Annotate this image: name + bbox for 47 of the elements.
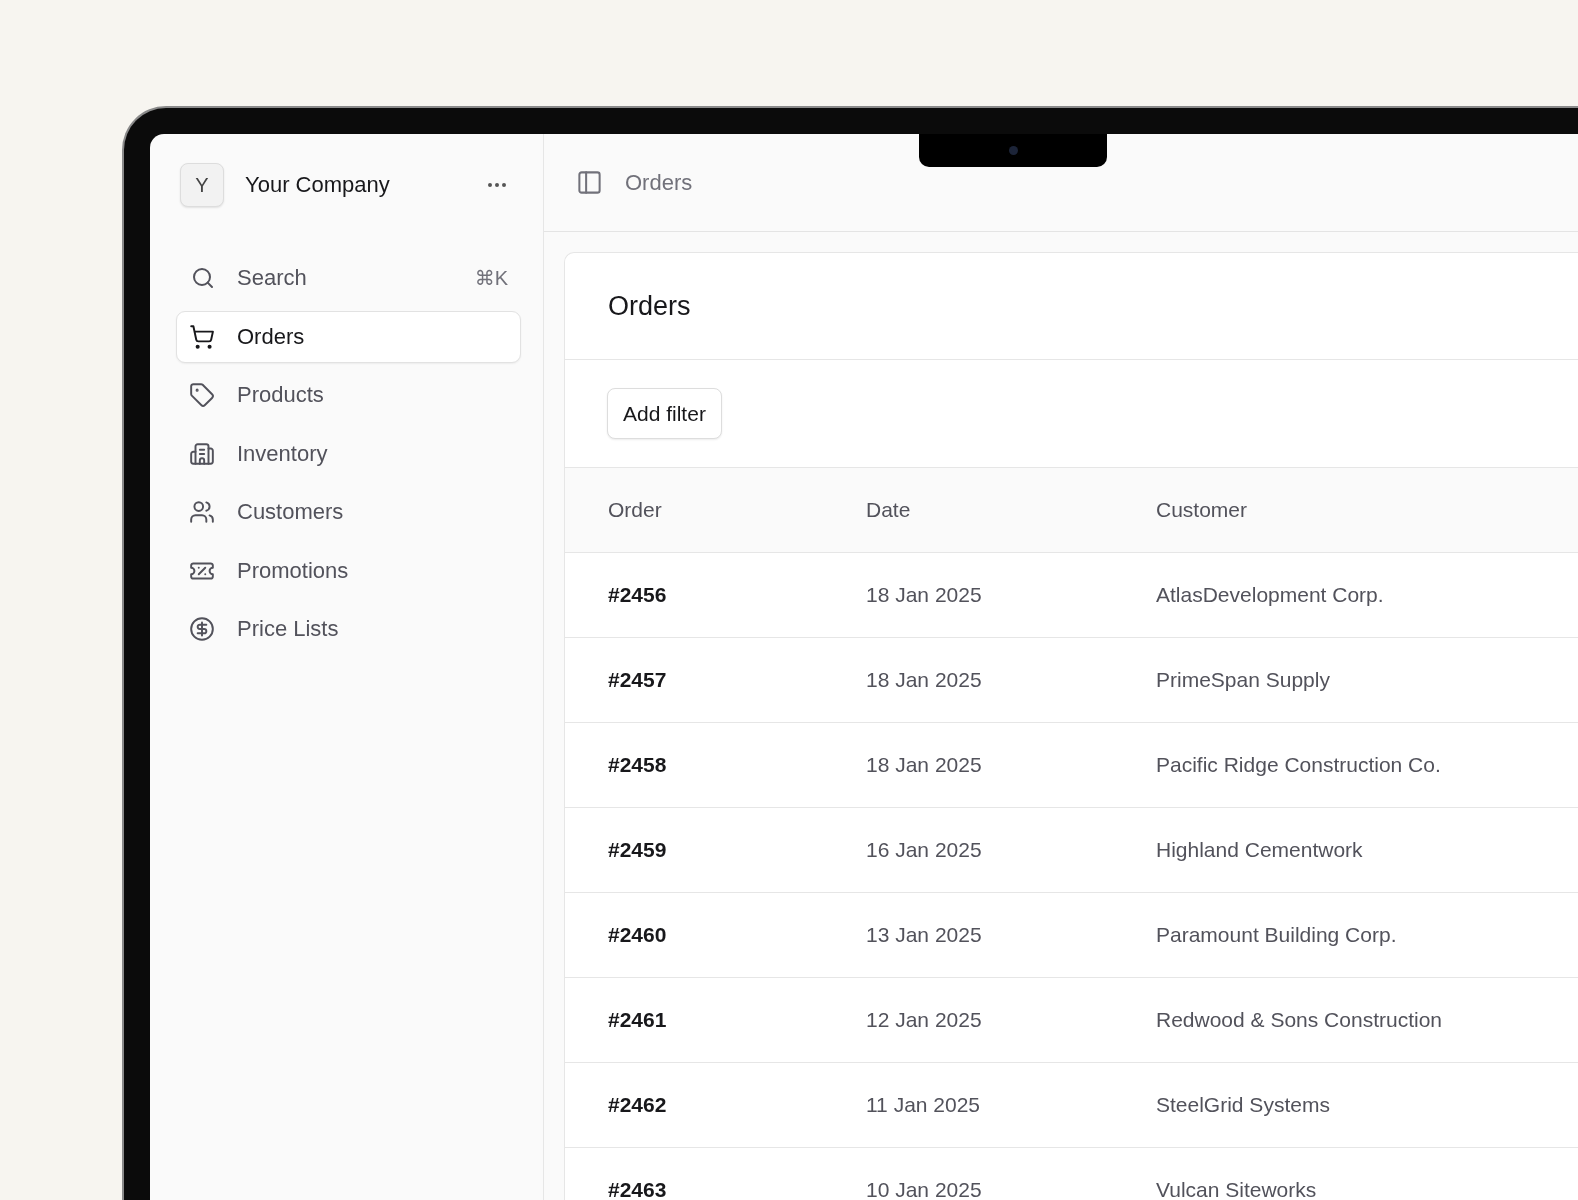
company-avatar: Y (180, 163, 224, 207)
building-icon (189, 440, 215, 467)
table-cell-text: 11 Jan 2025 (866, 1093, 982, 1117)
nav-item[interactable]: Products (176, 369, 521, 421)
table-cell-text: #2461 (608, 1008, 668, 1032)
table-cell-text: 18 Jan 2025 (866, 583, 983, 607)
table-cell-text: AtlasDevelopment Corp. (1156, 583, 1385, 607)
column-header: Date (866, 498, 912, 522)
nav-item[interactable]: Inventory (176, 427, 521, 480)
table-cell-text: 16 Jan 2025 (866, 838, 983, 862)
table-cell-text: #2462 (608, 1093, 668, 1117)
card-title: Orders (608, 290, 691, 322)
table-cell-text: 18 Jan 2025 (866, 668, 983, 692)
company-name: Your Company (245, 172, 391, 198)
table-cell-text: 12 Jan 2025 (866, 1008, 983, 1032)
nav-item[interactable]: Orders (176, 310, 521, 363)
nav-item[interactable]: Price Lists (176, 603, 521, 655)
table-cell-text: #2457 (608, 668, 668, 692)
nav-item[interactable]: Customers (176, 486, 521, 538)
table-cell-text: 18 Jan 2025 (866, 753, 983, 777)
table-cell-text: 13 Jan 2025 (866, 923, 983, 947)
table-cell-text: Vulcan Siteworks (1156, 1178, 1318, 1200)
table-cell-text: Pacific Ridge Construction Co. (1156, 753, 1442, 777)
dollar-icon (189, 616, 215, 642)
sidebar-toggle-icon[interactable] (576, 169, 603, 196)
table-cell-text: #2456 (608, 583, 668, 607)
tag-icon (189, 382, 215, 408)
table-cell-text: SteelGrid Systems (1156, 1093, 1331, 1117)
search-item[interactable]: Search ⌘K (176, 252, 521, 304)
people-icon (189, 499, 215, 525)
table-cell-text: Paramount Building Corp. (1156, 923, 1398, 947)
table-cell-text: Highland Cementwork (1156, 838, 1364, 862)
table-cell-text: 10 Jan 2025 (866, 1178, 983, 1200)
add-filter-button[interactable]: Add filter (607, 388, 722, 439)
table-cell-text: Redwood & Sons Construction (1156, 1008, 1443, 1032)
search-icon (191, 266, 215, 290)
table-cell-text: #2458 (608, 753, 668, 777)
table-cell-text: #2460 (608, 923, 668, 947)
cart-icon (189, 323, 215, 350)
table-cell-text: #2459 (608, 838, 668, 862)
nav-item[interactable]: Promotions (176, 544, 521, 597)
shortcut-hint: ⌘K (474, 266, 508, 290)
table-cell-text: #2463 (608, 1178, 668, 1200)
page-title: Orders (625, 169, 693, 196)
column-header: Customer (1156, 498, 1249, 522)
column-header: Order (608, 498, 663, 522)
table-cell-text: PrimeSpan Supply (1156, 668, 1331, 692)
